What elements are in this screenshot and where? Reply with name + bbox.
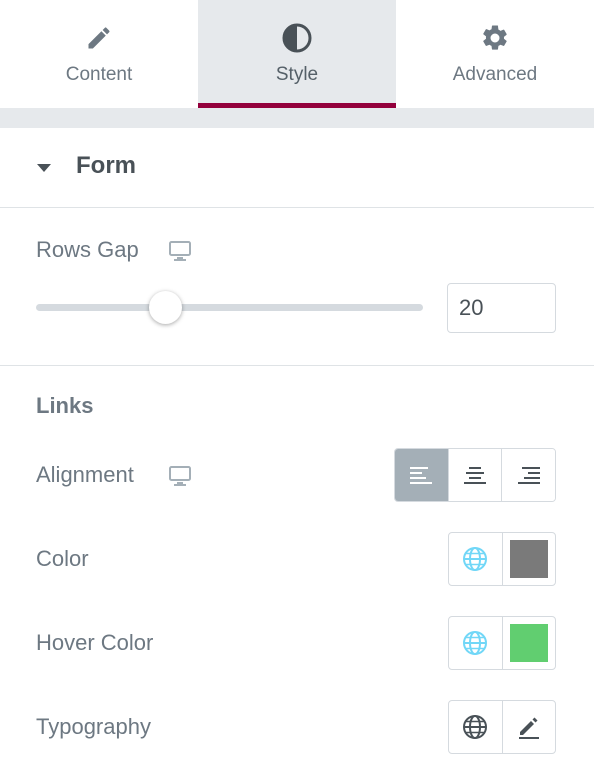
tab-style[interactable]: Style — [198, 0, 396, 108]
align-center-button[interactable] — [447, 449, 502, 501]
tab-advanced-label: Advanced — [452, 64, 538, 85]
form-section-toggle[interactable]: Form — [0, 128, 594, 208]
color-picker-button[interactable] — [501, 533, 555, 585]
caret-down-icon — [36, 161, 52, 173]
tab-content-label: Content — [65, 64, 133, 85]
section-divider — [0, 365, 594, 366]
alignment-control — [394, 448, 556, 502]
alignment-label: Alignment — [36, 462, 134, 487]
global-color-button[interactable] — [449, 533, 502, 585]
tab-style-label: Style — [275, 64, 319, 85]
links-heading: Links — [36, 393, 94, 418]
typography-label: Typography — [36, 714, 151, 739]
hover-color-label: Hover Color — [36, 630, 154, 655]
rows-gap-input[interactable] — [447, 283, 556, 333]
align-right-button[interactable] — [501, 449, 555, 501]
pencil-icon — [518, 717, 539, 739]
hover-color-control — [448, 616, 556, 670]
contrast-icon — [281, 22, 313, 54]
align-right-icon — [517, 467, 540, 484]
global-hover-color-button[interactable] — [449, 617, 502, 669]
hover-color-picker-button[interactable] — [501, 617, 555, 669]
color-control — [448, 532, 556, 586]
pencil-icon — [83, 22, 115, 54]
desktop-icon[interactable] — [168, 240, 192, 262]
color-label: Color — [36, 546, 89, 571]
align-left-icon — [410, 467, 433, 484]
gear-icon — [479, 22, 511, 54]
global-typography-button[interactable] — [449, 701, 502, 753]
rows-gap-label: Rows Gap — [36, 237, 139, 262]
rows-gap-slider-handle[interactable] — [149, 291, 182, 324]
hover-color-swatch — [509, 624, 548, 662]
align-center-icon — [464, 467, 486, 484]
globe-icon — [463, 715, 488, 739]
tab-content[interactable]: Content — [0, 0, 198, 108]
panel-tabs: Content Style Advanced — [0, 0, 594, 108]
edit-typography-button[interactable] — [501, 701, 555, 753]
tab-advanced[interactable]: Advanced — [396, 0, 594, 108]
rows-gap-slider[interactable] — [36, 304, 423, 311]
tabs-separator — [0, 108, 594, 128]
color-swatch — [509, 540, 548, 578]
align-left-button[interactable] — [395, 449, 448, 501]
desktop-icon[interactable] — [168, 465, 192, 487]
globe-icon — [463, 631, 488, 655]
typography-control — [448, 700, 556, 754]
section-title: Form — [76, 152, 136, 179]
globe-icon — [463, 547, 488, 571]
